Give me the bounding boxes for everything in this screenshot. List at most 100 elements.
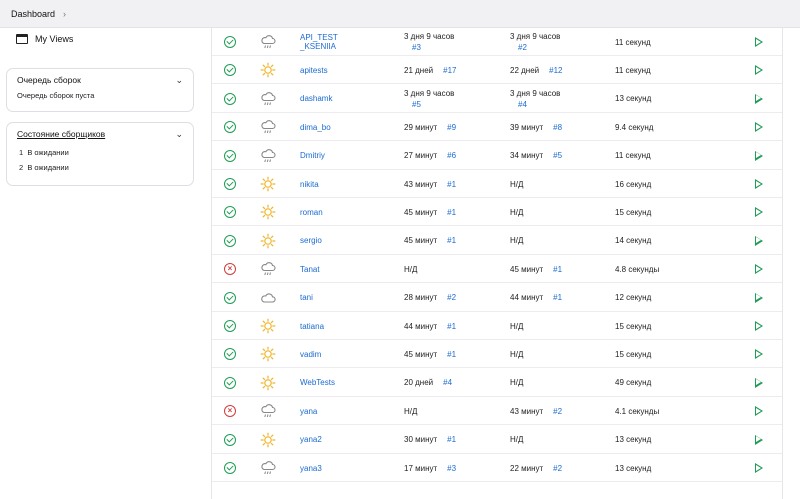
job-name-link[interactable]: sergio xyxy=(300,227,322,255)
last-duration-cell: 15 секунд xyxy=(615,349,652,359)
build-number-link[interactable]: #17 xyxy=(443,66,456,75)
build-number-link[interactable]: #8 xyxy=(553,123,562,132)
last-failure-cell: Н/Д xyxy=(510,378,524,388)
build-number-link[interactable]: #1 xyxy=(553,265,562,274)
build-number-link[interactable]: #3 xyxy=(447,464,456,473)
build-number-link[interactable]: #1 xyxy=(447,435,456,444)
build-queue-header[interactable]: Очередь сборок ⌄ xyxy=(7,69,193,91)
build-number-link[interactable]: #1 xyxy=(447,350,456,359)
run-build-button[interactable] xyxy=(755,426,763,454)
last-duration-cell: 11 секунд xyxy=(615,37,651,47)
last-success-cell: 45 минут #1 xyxy=(404,207,457,217)
play-icon xyxy=(755,37,763,47)
build-number-link[interactable]: #5 xyxy=(412,100,421,109)
job-name-link[interactable]: tatiana xyxy=(300,312,324,340)
run-build-button[interactable] xyxy=(755,142,763,170)
play-icon xyxy=(755,264,763,275)
build-status xyxy=(224,284,236,312)
build-number-link[interactable]: #4 xyxy=(518,100,527,109)
play-icon xyxy=(755,93,763,104)
play-icon xyxy=(755,377,763,388)
build-status xyxy=(224,170,236,198)
build-number-link[interactable]: #12 xyxy=(549,66,562,75)
job-name-link[interactable]: API_TEST _KSENIIA xyxy=(300,28,338,56)
job-name-link[interactable]: nikita xyxy=(300,170,319,198)
executors-header[interactable]: Состояние сборщиков ⌄ xyxy=(7,123,193,145)
chevron-down-icon[interactable]: ⌄ xyxy=(175,75,183,86)
job-name-link[interactable]: dima_bo xyxy=(300,113,331,141)
build-number-link[interactable]: #1 xyxy=(553,293,562,302)
success-check-icon xyxy=(224,178,236,190)
build-number-link[interactable]: #2 xyxy=(447,293,456,302)
executors-title[interactable]: Состояние сборщиков xyxy=(17,129,105,139)
table-row: vadim 45 минут #1 Н/Д 15 секунд xyxy=(212,340,782,369)
last-failure-cell: Н/Д xyxy=(510,179,524,189)
chevron-down-icon[interactable]: ⌄ xyxy=(175,129,183,140)
run-build-button[interactable] xyxy=(755,170,763,198)
last-duration-cell: 15 секунд xyxy=(615,321,652,331)
build-number-link[interactable]: #1 xyxy=(447,322,456,331)
run-build-button[interactable] xyxy=(755,312,763,340)
run-build-button[interactable] xyxy=(755,198,763,226)
job-name-link[interactable]: yana3 xyxy=(300,454,322,482)
build-status: × xyxy=(224,397,236,425)
job-name-link[interactable]: dashamk xyxy=(300,85,332,113)
sun-icon xyxy=(260,227,276,255)
play-icon xyxy=(755,207,763,218)
success-check-icon xyxy=(224,121,236,134)
build-number-link[interactable]: #9 xyxy=(447,123,456,132)
run-build-button[interactable] xyxy=(755,56,763,84)
my-views-link[interactable]: My Views xyxy=(16,34,73,44)
run-build-button[interactable] xyxy=(755,454,763,482)
last-failure-cell: 39 минут #8 xyxy=(510,122,563,132)
run-build-button[interactable] xyxy=(755,284,763,312)
job-name-link[interactable]: Tanat xyxy=(300,255,320,283)
run-build-button[interactable] xyxy=(755,369,763,397)
build-status xyxy=(224,454,236,482)
job-name-link[interactable]: yana2 xyxy=(300,426,322,454)
run-build-button[interactable] xyxy=(755,397,763,425)
success-check-icon xyxy=(224,206,236,219)
rain-cloud-icon xyxy=(260,113,276,141)
sun-icon xyxy=(260,198,276,226)
build-number-link[interactable]: #6 xyxy=(447,151,456,160)
job-name-link[interactable]: apitests xyxy=(300,56,328,84)
build-number-link[interactable]: #4 xyxy=(443,378,452,387)
play-icon xyxy=(755,406,763,417)
run-build-button[interactable] xyxy=(755,28,763,56)
run-build-button[interactable] xyxy=(755,227,763,255)
success-check-icon xyxy=(224,348,236,361)
build-number-link[interactable]: #1 xyxy=(447,236,456,245)
job-name-link[interactable]: yana xyxy=(300,397,317,425)
job-name-link[interactable]: vadim xyxy=(300,340,321,368)
breadcrumb-chevron-icon[interactable]: › xyxy=(63,9,66,19)
table-row: yana3 17 минут #3 22 минут #2 13 секунд xyxy=(212,454,782,482)
last-success-cell: 30 минут #1 xyxy=(404,435,457,445)
build-number-link[interactable]: #3 xyxy=(412,43,421,52)
build-number-link[interactable]: #1 xyxy=(447,180,456,189)
build-status xyxy=(224,85,236,113)
breadcrumb-dashboard[interactable]: Dashboard xyxy=(11,9,55,19)
run-build-button[interactable] xyxy=(755,85,763,113)
job-name-link[interactable]: roman xyxy=(300,198,323,226)
run-build-button[interactable] xyxy=(755,255,763,283)
build-number-link[interactable]: #2 xyxy=(553,464,562,473)
sun-icon xyxy=(260,340,276,368)
play-icon xyxy=(755,65,763,76)
last-success-cell: 20 дней #4 xyxy=(404,378,453,388)
build-number-link[interactable]: #2 xyxy=(553,407,562,416)
table-row: roman 45 минут #1 Н/Д 15 секунд xyxy=(212,198,782,227)
last-failure-cell: 44 минут #1 xyxy=(510,293,563,303)
run-build-button[interactable] xyxy=(755,113,763,141)
job-name-link[interactable]: Dmitriy xyxy=(300,142,325,170)
build-status xyxy=(224,312,236,340)
build-number-link[interactable]: #1 xyxy=(447,208,456,217)
run-build-button[interactable] xyxy=(755,340,763,368)
build-number-link[interactable]: #2 xyxy=(518,43,527,52)
last-duration-cell: 14 секунд xyxy=(615,236,652,246)
table-row: × Tanat Н/Д 45 минут #1 4.8 секунды xyxy=(212,255,782,284)
job-name-link[interactable]: WebTests xyxy=(300,369,335,397)
last-failure-cell: Н/Д xyxy=(510,236,524,246)
job-name-link[interactable]: tani xyxy=(300,284,313,312)
build-number-link[interactable]: #5 xyxy=(553,151,562,160)
